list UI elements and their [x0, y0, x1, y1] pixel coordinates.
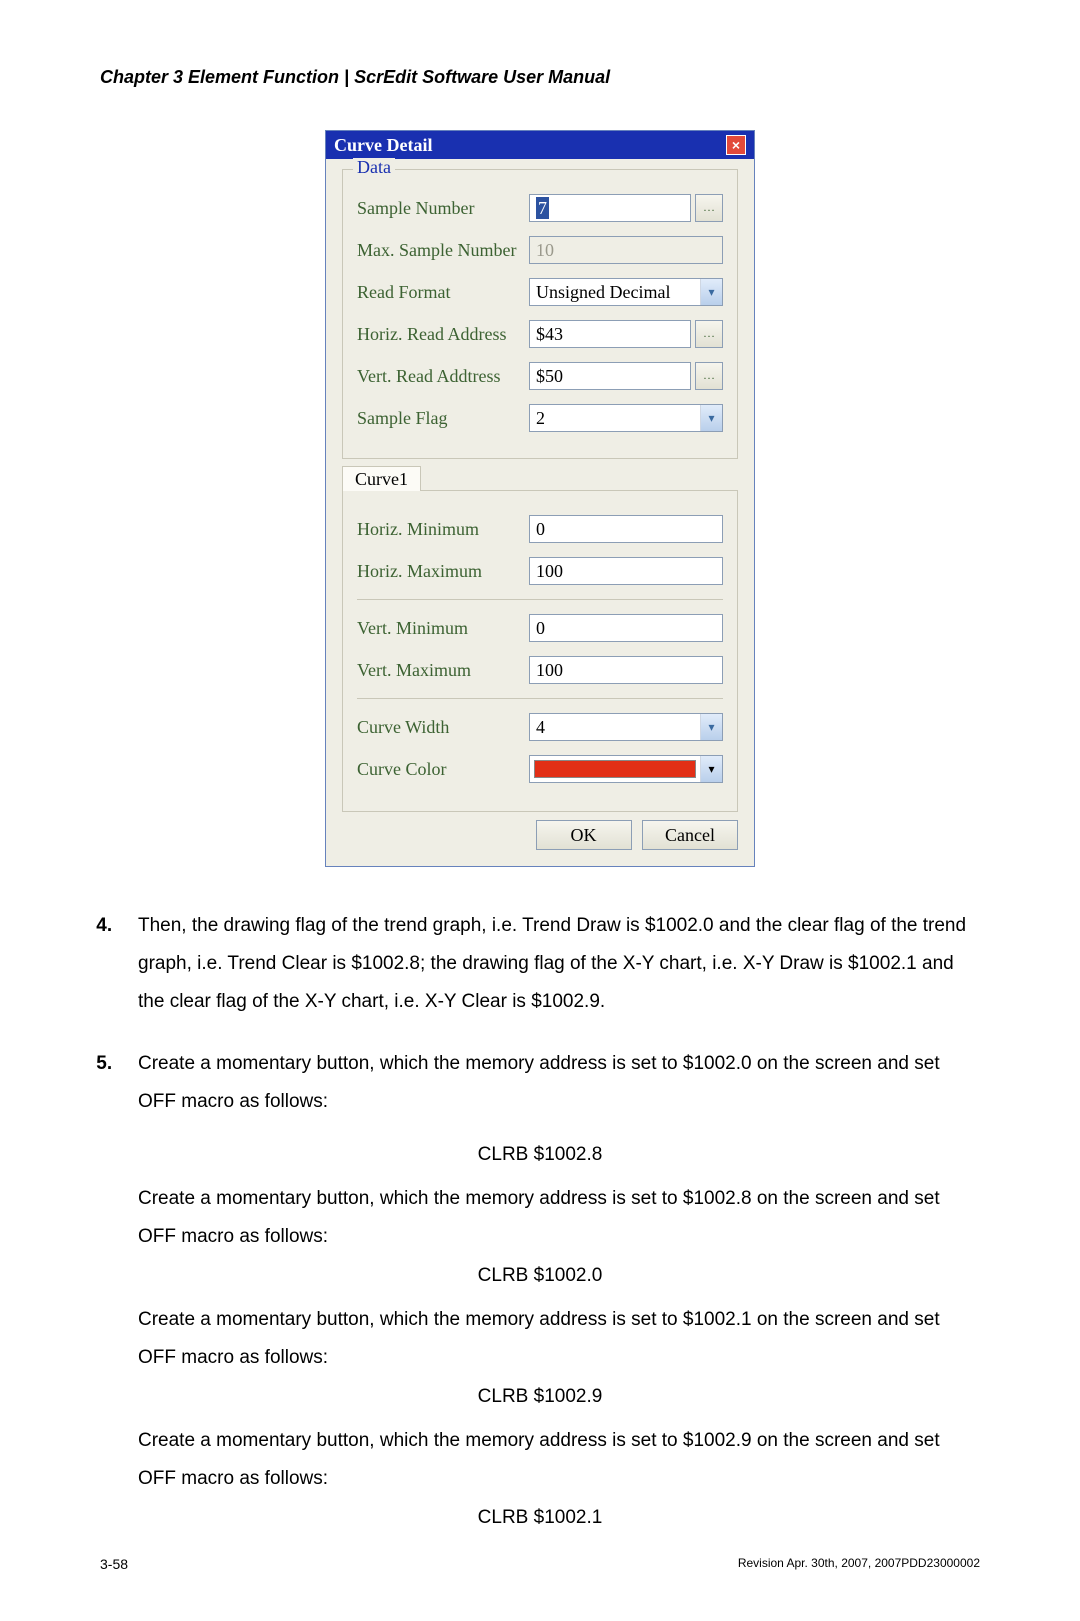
body-paragraph: Create a momentary button, which the mem…	[138, 1422, 980, 1498]
v-max-input[interactable]: 100	[529, 656, 723, 684]
chevron-down-icon[interactable]: ▾	[700, 756, 722, 782]
v-max-label: Vert. Maximum	[357, 661, 529, 679]
sample-flag-value: 2	[530, 405, 700, 431]
list-item: Then, the drawing flag of the trend grap…	[128, 907, 980, 1021]
revision-text: Revision Apr. 30th, 2007, 2007PDD2300000…	[738, 1557, 980, 1571]
data-fieldset: Data Sample Number 7 … Max. Sample Numbe…	[342, 169, 738, 459]
read-format-value: Unsigned Decimal	[530, 279, 700, 305]
sample-number-label: Sample Number	[357, 199, 529, 217]
code-line: CLRB $1002.9	[100, 1387, 980, 1406]
curve-width-value: 4	[530, 714, 700, 740]
horiz-addr-input[interactable]: $43	[529, 320, 691, 348]
color-swatch	[534, 760, 696, 778]
max-sample-label: Max. Sample Number	[357, 241, 529, 259]
tab-page: Horiz. Minimum 0 Horiz. Maximum 100 Vert…	[342, 490, 738, 812]
dialog-title: Curve Detail	[334, 136, 432, 154]
item5-intro: Create a momentary button, which the mem…	[138, 1053, 940, 1112]
body-paragraph: Create a momentary button, which the mem…	[138, 1180, 980, 1256]
sample-flag-label: Sample Flag	[357, 409, 529, 427]
curve-color-label: Curve Color	[357, 760, 529, 778]
h-max-input[interactable]: 100	[529, 557, 723, 585]
code-line: CLRB $1002.0	[100, 1266, 980, 1285]
tab-curve1[interactable]: Curve1	[342, 466, 421, 491]
fieldset-legend: Data	[353, 158, 395, 176]
list-item: Create a momentary button, which the mem…	[128, 1045, 980, 1121]
read-format-label: Read Format	[357, 283, 529, 301]
h-max-label: Horiz. Maximum	[357, 562, 529, 580]
horiz-addr-browse-button[interactable]: …	[695, 320, 723, 348]
sample-number-browse-button[interactable]: …	[695, 194, 723, 222]
sample-number-input[interactable]: 7	[529, 194, 691, 222]
body-paragraph: Create a momentary button, which the mem…	[138, 1301, 980, 1377]
max-sample-input: 10	[529, 236, 723, 264]
h-min-label: Horiz. Minimum	[357, 520, 529, 538]
dialog-titlebar[interactable]: Curve Detail ×	[326, 131, 754, 159]
sample-flag-combo[interactable]: 2 ▾	[529, 404, 723, 432]
curve-width-combo[interactable]: 4 ▾	[529, 713, 723, 741]
code-line: CLRB $1002.1	[100, 1508, 980, 1527]
code-line: CLRB $1002.8	[100, 1145, 980, 1164]
h-min-input[interactable]: 0	[529, 515, 723, 543]
page-number: 3-58	[100, 1557, 128, 1571]
vert-addr-input[interactable]: $50	[529, 362, 691, 390]
curve-detail-dialog: Curve Detail × Data Sample Number 7 … Ma…	[325, 130, 755, 867]
chevron-down-icon[interactable]: ▾	[700, 405, 722, 431]
read-format-combo[interactable]: Unsigned Decimal ▾	[529, 278, 723, 306]
cancel-button[interactable]: Cancel	[642, 820, 738, 850]
close-icon[interactable]: ×	[726, 135, 746, 155]
curve-width-label: Curve Width	[357, 718, 529, 736]
page-header: Chapter 3 Element Function | ScrEdit Sof…	[100, 68, 980, 86]
horiz-addr-label: Horiz. Read Address	[357, 325, 529, 343]
chevron-down-icon[interactable]: ▾	[700, 714, 722, 740]
v-min-label: Vert. Minimum	[357, 619, 529, 637]
vert-addr-label: Vert. Read Addtress	[357, 367, 529, 385]
curve-color-combo[interactable]: ▾	[529, 755, 723, 783]
chevron-down-icon[interactable]: ▾	[700, 279, 722, 305]
v-min-input[interactable]: 0	[529, 614, 723, 642]
vert-addr-browse-button[interactable]: …	[695, 362, 723, 390]
ok-button[interactable]: OK	[536, 820, 632, 850]
